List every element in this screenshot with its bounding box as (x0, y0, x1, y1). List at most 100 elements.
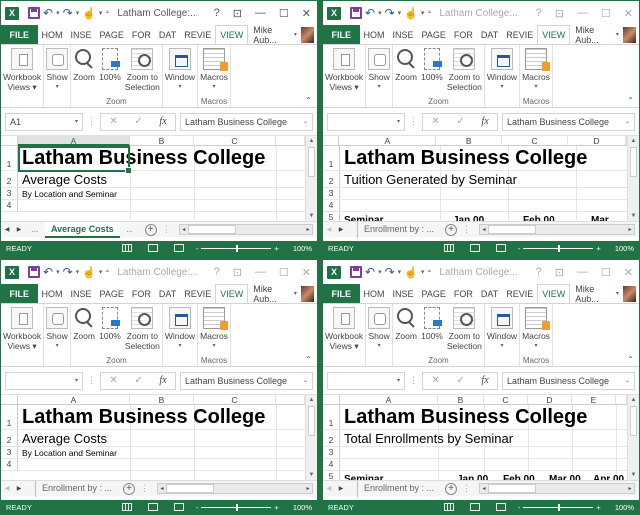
worksheet-grid[interactable]: ABCD 1 Latham Business College 2 Tuition Ge… (323, 136, 639, 221)
select-all-corner[interactable] (323, 395, 340, 405)
maximize-button[interactable]: ☐ (601, 266, 611, 279)
formula-input[interactable]: Latham Business College ⌄ (180, 112, 313, 131)
user-account[interactable]: Mike Aub... ▾ (250, 25, 317, 45)
redo-dropdown-icon[interactable]: ▾ (398, 268, 402, 276)
tab-page[interactable]: PAGE (96, 284, 128, 303)
cell-e5[interactable]: Apr 00 (593, 474, 624, 480)
sheet-scroll-right-icon[interactable]: ▶ (13, 226, 25, 233)
cancel-entry-icon[interactable]: ✕ (431, 375, 439, 386)
zoom-slider-knob[interactable] (558, 503, 561, 511)
tab-revie[interactable]: REVIE (502, 284, 537, 303)
tab-file[interactable]: FILE (323, 284, 360, 303)
cell-a1[interactable]: Latham Business College (344, 147, 587, 170)
formula-input[interactable]: Latham Business College ⌄ (502, 112, 635, 131)
scroll-left-icon[interactable]: ◂ (480, 485, 488, 492)
customize-qat-icon[interactable]: ⩡ (427, 9, 431, 17)
cell-a3[interactable]: By Location and Seminar (22, 189, 117, 199)
touch-mode-icon[interactable]: ☝ (404, 7, 418, 20)
undo-icon[interactable]: ↶ (365, 6, 375, 20)
customize-qat-icon[interactable]: ⩡ (427, 268, 431, 276)
redo-dropdown-icon[interactable]: ▾ (398, 9, 402, 17)
formula-input[interactable]: Latham Business College ⌄ (180, 371, 313, 390)
row-header-1[interactable]: 1 (323, 405, 340, 429)
tab-split-grip[interactable]: ⋮ (162, 224, 171, 235)
row-header-4[interactable]: 4 (323, 459, 340, 470)
row-header-3[interactable]: 3 (1, 188, 18, 199)
sheet-scroll-left-icon[interactable]: ◀ (1, 226, 13, 233)
name-box[interactable]: A1 ▾ (5, 112, 83, 131)
minimize-button[interactable]: — (577, 7, 588, 20)
row-header-2[interactable]: 2 (1, 171, 18, 187)
enter-entry-icon[interactable]: ✓ (456, 116, 464, 127)
zoom-100-button[interactable]: 100% (97, 304, 123, 356)
zoom-slider-knob[interactable] (558, 244, 561, 252)
sheet-scroll-right-icon[interactable]: ▶ (13, 485, 25, 492)
zoom-percentage[interactable]: 100% (615, 244, 634, 253)
collapse-ribbon-icon[interactable]: ⌃ (305, 355, 312, 364)
tab-for[interactable]: FOR (128, 25, 155, 44)
zoom-100-button[interactable]: 100% (97, 45, 123, 97)
column-header-b[interactable]: B (438, 395, 484, 405)
close-button[interactable]: ✕ (302, 266, 311, 279)
expand-formula-bar-icon[interactable]: ⌄ (625, 377, 630, 384)
column-header-c[interactable]: C (194, 136, 276, 146)
save-icon[interactable] (350, 7, 362, 19)
row-header-4[interactable]: 4 (1, 459, 18, 470)
page-break-preview-icon[interactable] (173, 503, 184, 511)
zoom-out-button[interactable]: - (518, 244, 521, 253)
name-box[interactable]: ▾ (327, 112, 405, 131)
redo-icon[interactable]: ↷ (385, 6, 395, 20)
zoom-slider[interactable] (201, 503, 272, 511)
cell-a2[interactable]: Tuition Generated by Seminar (344, 172, 517, 187)
tab-hom[interactable]: HOM (38, 25, 67, 44)
tab-view[interactable]: VIEW (215, 25, 249, 44)
window-button[interactable]: Window ▾ (485, 304, 519, 356)
tab-split-grip[interactable]: ⋮ (140, 483, 149, 494)
help-button[interactable]: ? (536, 7, 542, 20)
new-sheet-button[interactable]: + (123, 482, 136, 495)
enter-entry-icon[interactable]: ✓ (134, 116, 142, 127)
zoom-percentage[interactable]: 100% (293, 503, 312, 512)
scroll-down-icon[interactable]: ▼ (628, 470, 639, 480)
column-header-a[interactable]: A (18, 136, 130, 146)
normal-view-icon[interactable] (443, 503, 454, 511)
insert-function-icon[interactable]: fx (481, 116, 488, 127)
zoom-in-button[interactable]: + (274, 503, 278, 512)
tab-inse[interactable]: INSE (389, 25, 418, 44)
column-header-a[interactable]: A (339, 136, 437, 146)
cancel-entry-icon[interactable]: ✕ (109, 116, 117, 127)
row-header-2[interactable]: 2 (323, 430, 340, 446)
sheet-tab[interactable]: Enrollment by : ... (357, 221, 440, 238)
cell-a1[interactable]: Latham Business College (22, 406, 265, 429)
column-header-b[interactable]: B (436, 136, 503, 146)
sheet-scroll-right-icon[interactable]: ▶ (335, 485, 347, 492)
vertical-scroll-thumb[interactable] (630, 147, 637, 177)
user-account[interactable]: Mike Aub... ▾ (250, 284, 317, 304)
zoom-to-selection-button[interactable]: Zoom to Selection (123, 304, 162, 356)
scroll-down-icon[interactable]: ▼ (628, 211, 639, 221)
column-header-d[interactable]: D (528, 395, 572, 405)
enter-entry-icon[interactable]: ✓ (134, 375, 142, 386)
horizontal-scroll-thumb[interactable] (488, 484, 537, 493)
zoom-slider[interactable] (523, 244, 594, 252)
tab-revie[interactable]: REVIE (180, 284, 215, 303)
macros-button[interactable]: Macros ▾ (198, 45, 230, 97)
close-button[interactable]: ✕ (624, 7, 633, 20)
tab-inse[interactable]: INSE (67, 25, 96, 44)
name-box[interactable]: ▾ (5, 371, 83, 390)
worksheet-grid[interactable]: ABC 1 Latham Business College 2 Average Cos… (1, 136, 317, 221)
tab-page[interactable]: PAGE (418, 25, 450, 44)
sheet-tabs-ellipsis-left[interactable]: ... (25, 225, 45, 234)
cell-b5[interactable]: Jan 00 (453, 215, 484, 221)
undo-icon[interactable]: ↶ (43, 6, 53, 20)
zoom-button[interactable]: Zoom (71, 304, 97, 356)
minimize-button[interactable]: — (255, 7, 266, 20)
undo-icon[interactable]: ↶ (365, 265, 375, 279)
close-button[interactable]: ✕ (624, 266, 633, 279)
tab-dat[interactable]: DAT (155, 25, 180, 44)
enter-entry-icon[interactable]: ✓ (456, 375, 464, 386)
tab-page[interactable]: PAGE (96, 25, 128, 44)
save-icon[interactable] (28, 7, 40, 19)
cell-c5[interactable]: Feb 00 (503, 474, 535, 480)
zoom-slider-knob[interactable] (236, 244, 239, 252)
